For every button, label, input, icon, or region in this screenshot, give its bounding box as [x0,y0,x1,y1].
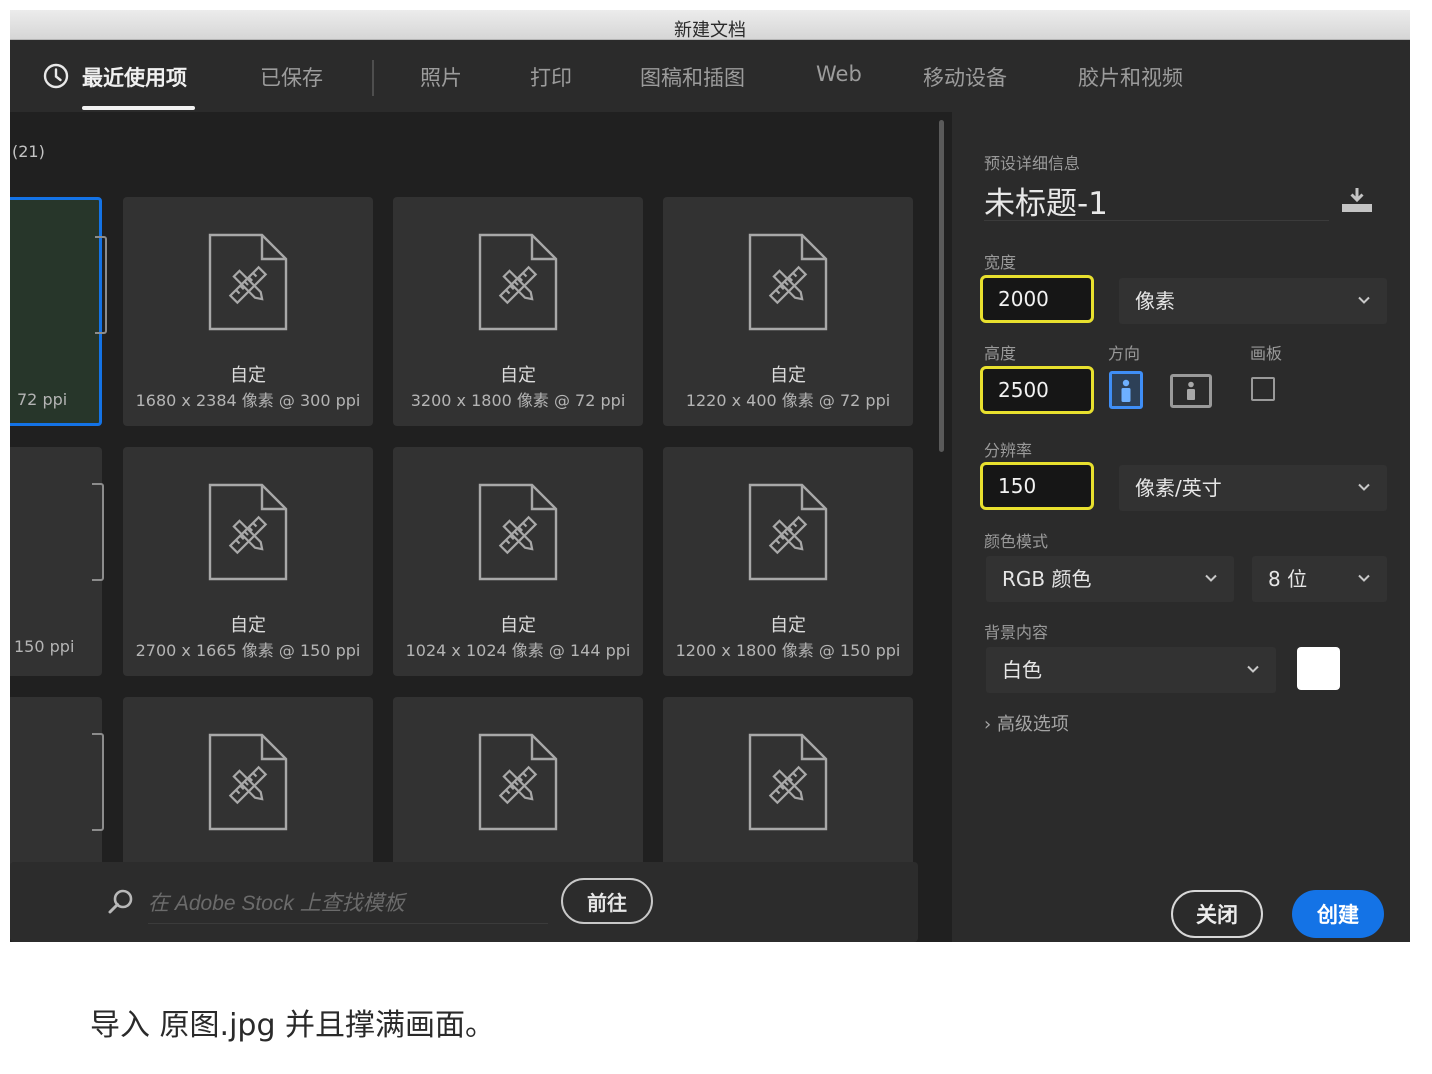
preset-card-meta: 1680 x 2384 像素 @ 300 ppi [135,391,361,410]
tab-recent[interactable]: 最近使用项 [82,62,187,92]
preset-card[interactable]: 自定 2700 x 1665 像素 @ 150 ppi [123,447,373,676]
active-tab-indicator [82,106,195,110]
landscape-orientation-button[interactable] [1170,374,1212,408]
new-document-dialog: 新建文档 最近使用项 已保存 照片 打印 图稿和插图 Web 移动设备 胶片和视… [10,10,1410,942]
preset-card-title: 自定 [770,365,806,386]
tab-photo[interactable]: 照片 [420,62,462,92]
preset-card[interactable]: 自定 1220 x 400 像素 @ 72 ppi [663,197,913,426]
preset-card-title: 自定 [500,365,536,386]
resolution-unit-select[interactable]: 像素/英寸 [1119,465,1387,511]
preset-card-title: 自定 [230,615,266,636]
artboard-checkbox[interactable] [1251,377,1275,401]
width-label: 宽度 [984,253,1017,272]
orientation-label: 方向 [1108,344,1141,363]
grid-scrollbar[interactable] [939,120,944,452]
clock-icon [43,63,69,89]
resolution-label: 分辨率 [984,441,1033,460]
document-template-icon [478,233,558,331]
document-name-underline [984,220,1329,221]
preset-card-meta: 1024 x 1024 像素 @ 144 ppi [405,641,631,660]
document-template-icon [92,483,104,581]
bit-depth-value: 8 位 [1268,567,1308,591]
document-name[interactable]: 未标题-1 [984,178,1108,223]
height-label: 高度 [984,344,1017,363]
advanced-options-toggle[interactable]: › 高级选项 [984,710,1069,736]
recent-presets-area: (21) 72 ppi 自定 1680 x 2384 像素 @ 300 ppi 自定 3… [10,112,952,942]
artboard-label: 画板 [1250,344,1283,363]
tab-web[interactable]: Web [816,62,862,86]
preset-card-meta: 2700 x 1665 像素 @ 150 ppi [135,641,361,660]
background-color-swatch[interactable] [1297,647,1340,690]
tab-saved[interactable]: 已保存 [260,62,323,92]
window-title: 新建文档 [674,20,746,41]
recent-count: (21) [12,142,45,161]
document-template-icon [208,233,288,331]
preset-card[interactable]: 自定 1024 x 1024 像素 @ 144 ppi [393,447,643,676]
width-unit-value: 像素 [1135,289,1175,313]
advanced-options-label: 高级选项 [996,714,1069,735]
document-template-icon [92,733,104,831]
adobe-stock-bar: 前往 [10,862,918,942]
save-preset-icon[interactable] [1340,186,1374,214]
chevron-down-icon [1358,296,1370,304]
preset-card-meta: 1200 x 1800 像素 @ 150 ppi [675,641,901,660]
preset-card-title: 自定 [500,615,536,636]
preset-card[interactable]: 72 ppi [10,197,107,426]
chevron-right-icon: › [984,714,992,735]
resolution-unit-value: 像素/英寸 [1135,476,1222,500]
stock-search-input[interactable] [148,884,548,924]
preset-card[interactable]: 自定 3200 x 1800 像素 @ 72 ppi [393,197,643,426]
chevron-down-icon [1358,483,1370,491]
preset-details-panel: 预设详细信息 未标题-1 宽度 像素 高度 方向 画板 [952,112,1410,942]
preset-card-title: 自定 [230,365,266,386]
document-template-icon [478,733,558,831]
go-button[interactable]: 前往 [561,878,653,924]
preset-card-meta: 150 ppi [14,637,75,656]
create-button[interactable]: 创建 [1292,890,1384,938]
width-input[interactable] [980,275,1094,323]
preset-details-label: 预设详细信息 [984,154,1081,173]
height-input[interactable] [980,366,1094,414]
preset-card-meta: 72 ppi [17,390,68,409]
document-template-icon [748,233,828,331]
background-label: 背景内容 [984,623,1049,642]
document-template-icon [748,483,828,581]
chevron-down-icon [1205,574,1217,582]
resolution-input[interactable] [980,462,1094,510]
category-tab-bar: 最近使用项 已保存 照片 打印 图稿和插图 Web 移动设备 胶片和视频 [10,40,1410,112]
tab-film-video[interactable]: 胶片和视频 [1078,62,1183,92]
tab-print[interactable]: 打印 [530,62,572,92]
width-unit-select[interactable]: 像素 [1119,278,1387,324]
color-mode-value: RGB 颜色 [1002,567,1092,591]
background-select[interactable]: 白色 [986,647,1276,693]
preset-card[interactable]: 自定 1680 x 2384 像素 @ 300 ppi [123,197,373,426]
color-mode-select[interactable]: RGB 颜色 [986,556,1234,602]
color-mode-label: 颜色模式 [984,532,1049,551]
preset-card-meta: 3200 x 1800 像素 @ 72 ppi [410,391,626,410]
tab-divider [372,60,374,96]
document-template-icon [478,483,558,581]
bit-depth-select[interactable]: 8 位 [1252,556,1387,602]
chevron-down-icon [1247,665,1259,673]
preset-card[interactable]: 自定 1200 x 1800 像素 @ 150 ppi [663,447,913,676]
document-template-icon [748,733,828,831]
title-bar: 新建文档 [10,10,1410,41]
tab-art-illustration[interactable]: 图稿和插图 [640,62,745,92]
document-template-icon [95,236,107,334]
document-template-icon [208,483,288,581]
preset-card[interactable]: 150 ppi [10,447,104,676]
chevron-down-icon [1358,574,1370,582]
portrait-orientation-button[interactable] [1109,371,1143,409]
close-button[interactable]: 关闭 [1171,890,1263,938]
document-template-icon [208,733,288,831]
tab-mobile[interactable]: 移动设备 [923,62,1007,92]
background-value: 白色 [1002,658,1042,682]
person-icon [1121,379,1131,402]
preset-card-title: 自定 [770,615,806,636]
caption-text: 导入 原图.jpg 并且撑满画面。 [90,1008,496,1043]
search-icon [108,889,133,914]
preset-card-meta: 1220 x 400 像素 @ 72 ppi [685,391,891,410]
person-icon [1187,381,1195,400]
